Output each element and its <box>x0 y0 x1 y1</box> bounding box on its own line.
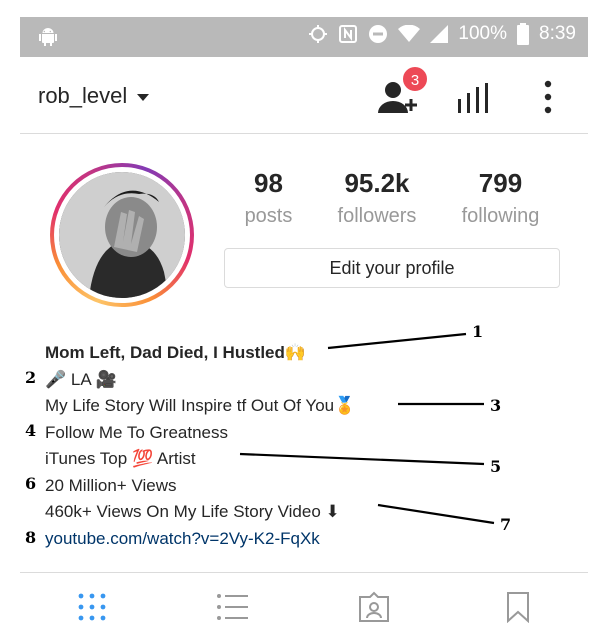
annotation-line <box>377 503 495 525</box>
tagged-photos-icon[interactable] <box>358 591 390 623</box>
list-view-icon[interactable] <box>216 591 248 623</box>
profile-tabs <box>20 572 588 633</box>
annotation-line <box>239 452 485 466</box>
annotation-line <box>327 332 467 350</box>
grid-view-icon[interactable] <box>76 591 108 623</box>
saved-bookmark-icon[interactable] <box>502 591 534 623</box>
annotation-lines <box>239 332 495 525</box>
